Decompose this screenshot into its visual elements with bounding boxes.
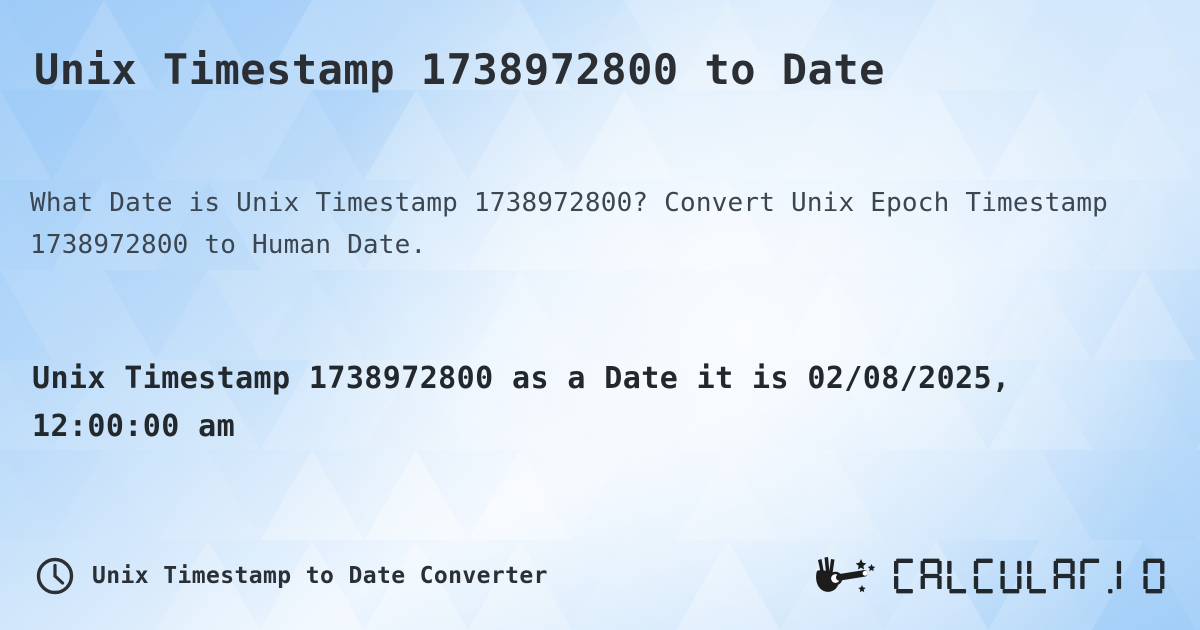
footer: Unix Timestamp to Date Converter — [34, 550, 1170, 602]
footer-left: Unix Timestamp to Date Converter — [34, 555, 548, 597]
footer-label: Unix Timestamp to Date Converter — [92, 563, 548, 589]
brand-logo[interactable]: CALCULAT.IO — [812, 553, 1170, 599]
magic-wand-hand-icon — [812, 553, 884, 599]
description-text: What Date is Unix Timestamp 1738972800? … — [30, 188, 1109, 260]
brand-wordmark: CALCULAT.IO — [894, 557, 1170, 595]
share-card: Unix Timestamp 1738972800 to Date What D… — [0, 0, 1200, 630]
card-content: Unix Timestamp 1738972800 to Date What D… — [0, 0, 1200, 630]
clock-icon — [34, 555, 76, 597]
page-title: Unix Timestamp 1738972800 to Date — [34, 45, 885, 94]
result-text: Unix Timestamp 1738972800 as a Date it i… — [32, 361, 1011, 444]
